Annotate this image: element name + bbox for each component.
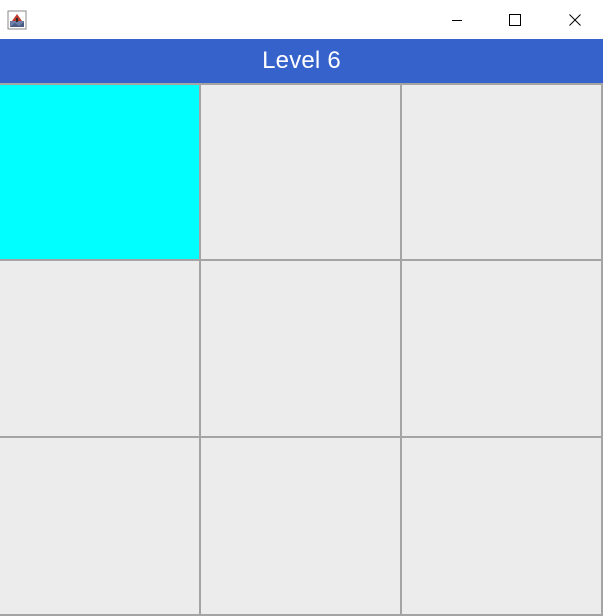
maximize-icon [509, 13, 521, 26]
app-window: Level 6 [0, 0, 605, 616]
grid-cell[interactable] [0, 83, 199, 260]
grid-cell[interactable] [201, 83, 400, 260]
grid-divider-vertical [400, 83, 402, 616]
grid-cell[interactable] [402, 261, 601, 437]
minimize-icon [452, 19, 462, 21]
grid-cell[interactable] [201, 261, 400, 437]
maximize-button[interactable] [486, 0, 544, 39]
grid-divider-horizontal [0, 436, 603, 438]
title-bar[interactable] [0, 0, 605, 39]
grid-cell[interactable] [402, 83, 601, 260]
grid-divider-horizontal [0, 259, 603, 261]
grid-divider-vertical [199, 83, 201, 616]
grid-divider-vertical [601, 83, 603, 616]
grid-cell[interactable] [402, 438, 601, 616]
game-grid [0, 83, 603, 616]
level-title: Level 6 [262, 47, 341, 74]
close-button[interactable] [544, 0, 605, 39]
close-icon [568, 13, 581, 26]
grid-divider-horizontal [0, 83, 603, 85]
grid-cell[interactable] [0, 438, 199, 616]
minimize-button[interactable] [428, 0, 486, 39]
grid-cell[interactable] [0, 261, 199, 437]
level-header: Level 6 [0, 39, 603, 83]
java-app-icon [7, 10, 27, 30]
grid-cell[interactable] [201, 438, 400, 616]
